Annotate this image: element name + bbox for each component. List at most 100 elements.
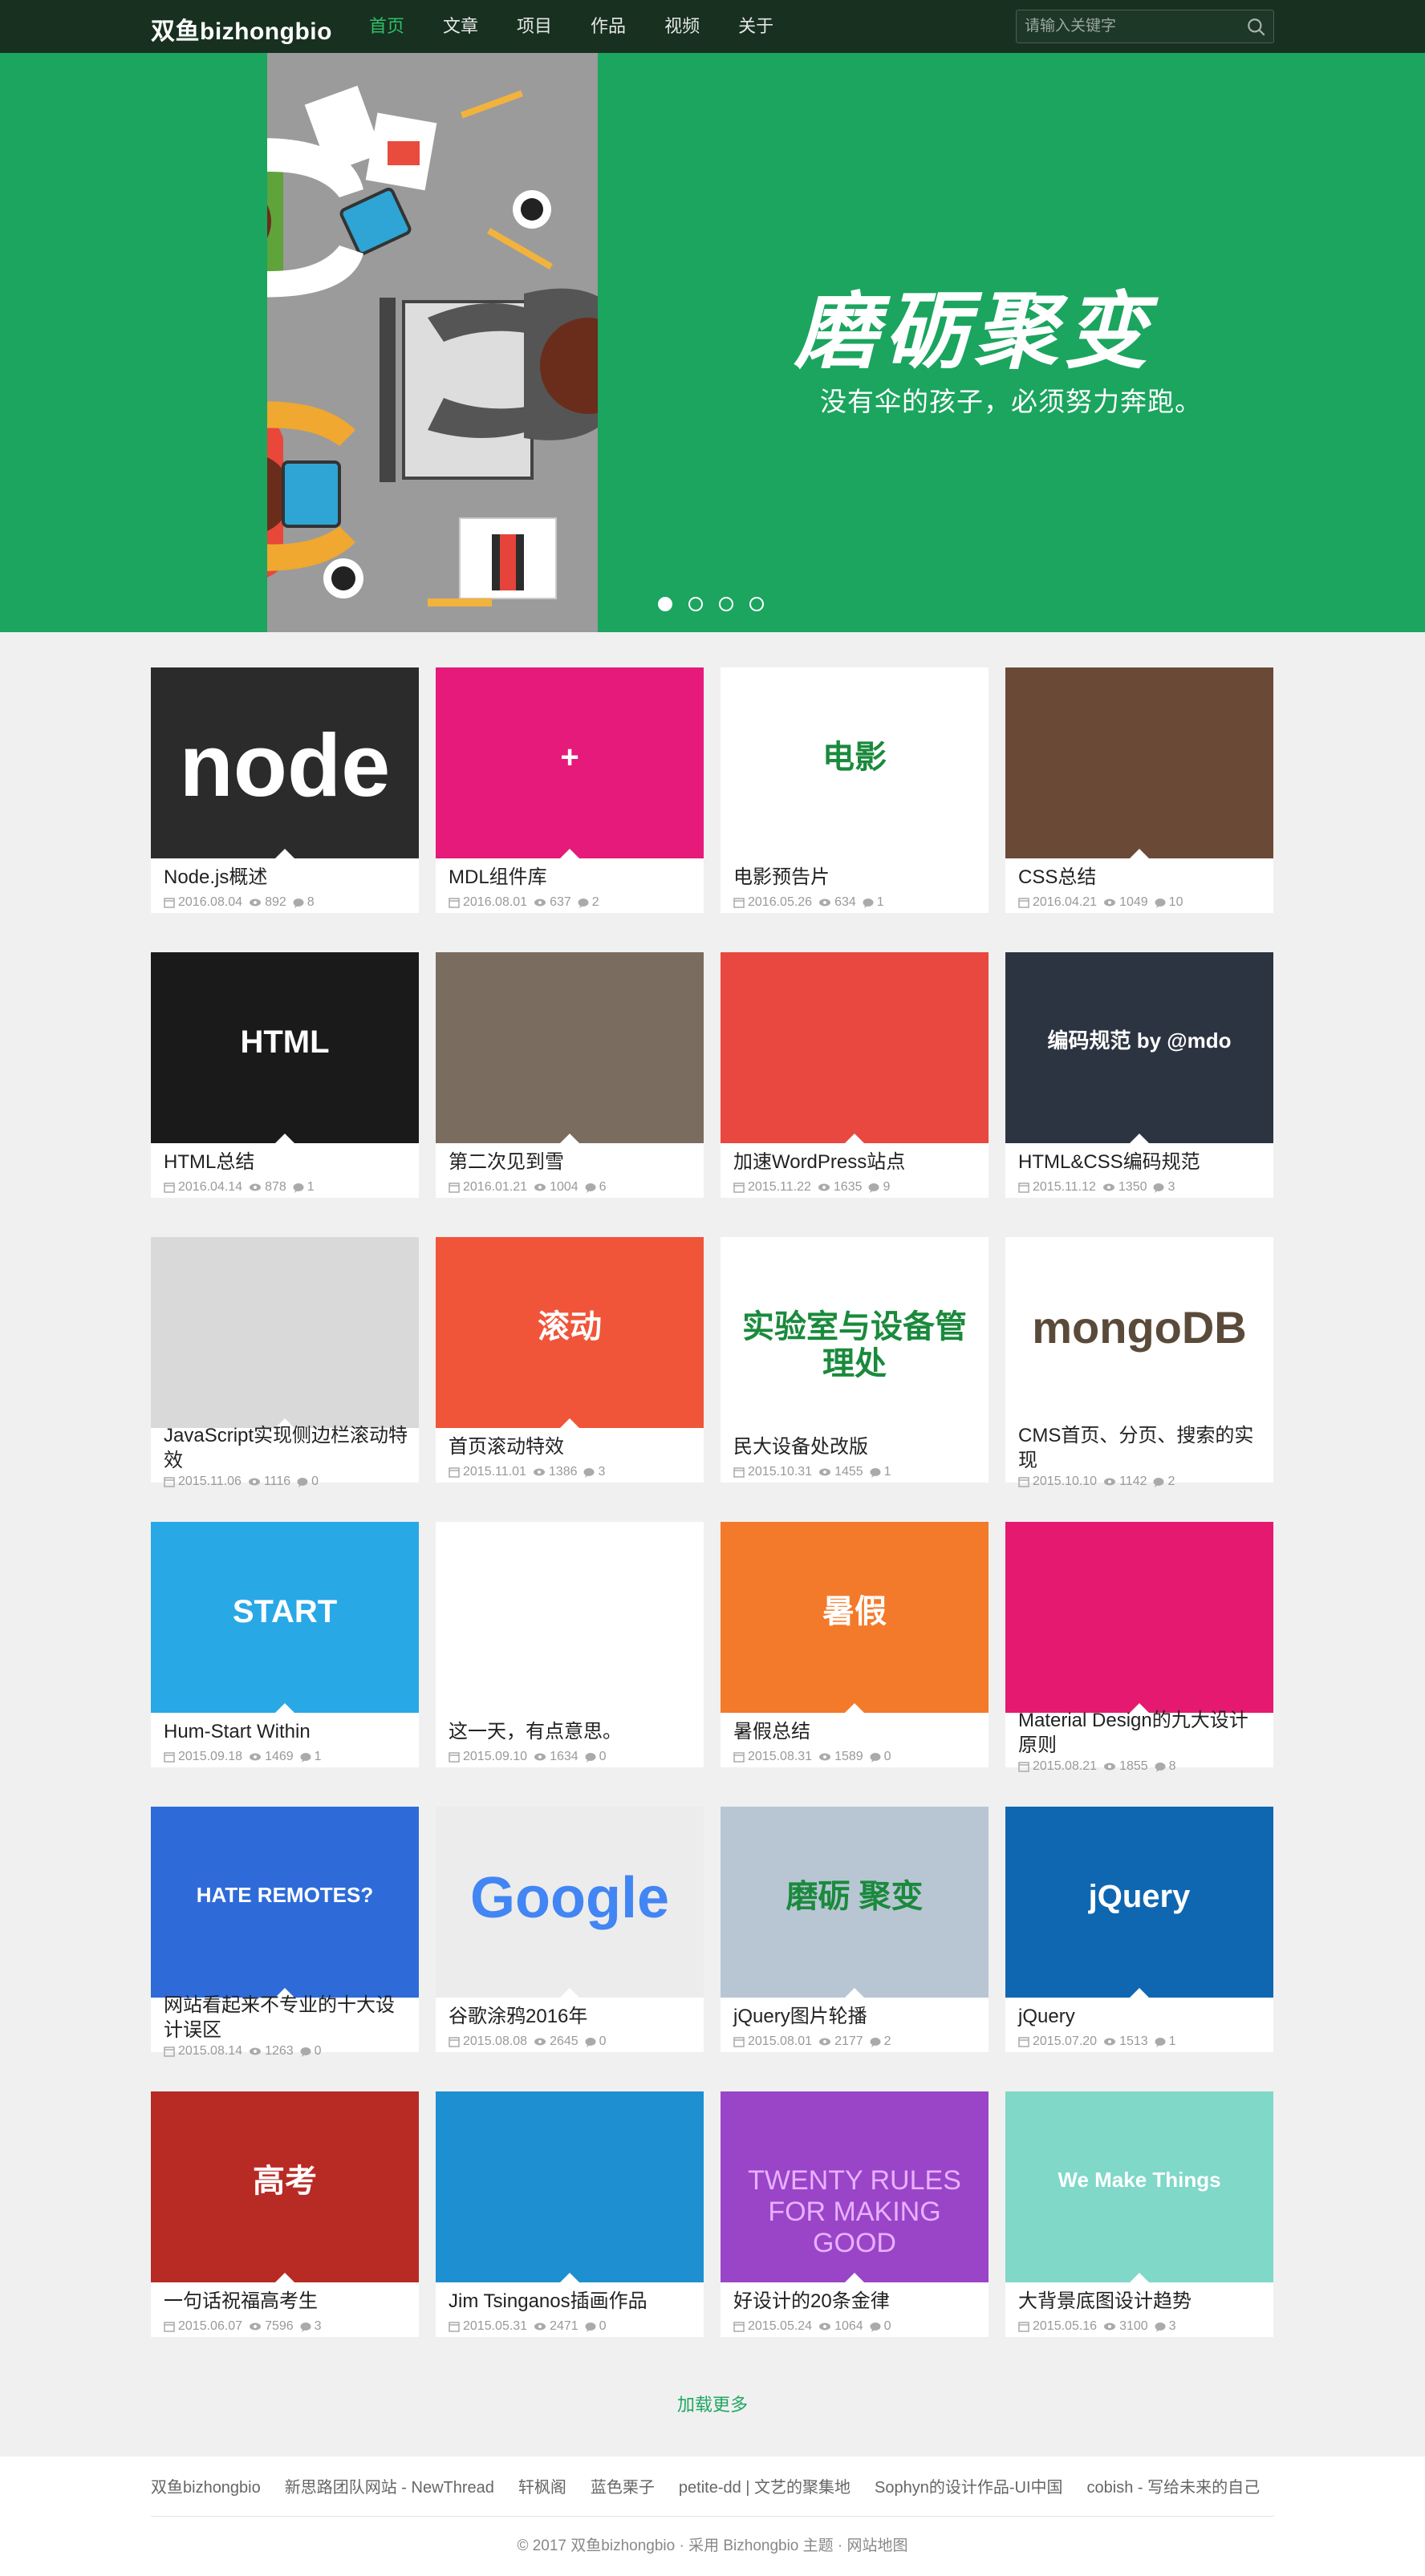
carousel-dot[interactable] xyxy=(749,597,764,611)
article-title[interactable]: 暑假总结 xyxy=(733,1719,982,1744)
article-thumbnail[interactable]: We Make Things xyxy=(1005,2091,1273,2282)
friend-link[interactable]: cobish - 写给未来的自己 xyxy=(1087,2474,1261,2497)
calendar-icon xyxy=(1018,1762,1029,1772)
article-title[interactable]: CMS首页、分页、搜索的实现 xyxy=(1018,1423,1267,1473)
article-meta: 2015.11.01 1386 3 xyxy=(449,1465,611,1479)
friend-link[interactable]: 双鱼bizhongbio xyxy=(151,2474,261,2497)
article-title[interactable]: Node.js概述 xyxy=(164,865,412,890)
article-card[interactable]: mongoDB CMS首页、分页、搜索的实现 2015.10.10 1142 2 xyxy=(1005,1237,1273,1488)
nav-item-videos[interactable]: 视频 xyxy=(664,0,700,53)
article-card[interactable]: Jim Tsinganos插画作品 2015.05.31 2471 0 xyxy=(436,2091,704,2337)
article-title[interactable]: 电影预告片 xyxy=(733,865,982,890)
article-thumbnail[interactable]: HTML xyxy=(151,952,419,1143)
article-title[interactable]: 谷歌涂鸦2016年 xyxy=(449,2004,697,2029)
article-card[interactable]: node Node.js概述 2016.08.04 892 8 xyxy=(151,667,419,913)
article-title[interactable]: HTML总结 xyxy=(164,1150,412,1174)
article-card[interactable]: We Make Things 大背景底图设计趋势 2015.05.16 3100 3 xyxy=(1005,2091,1273,2337)
article-title[interactable]: HTML&CSS编码规范 xyxy=(1018,1150,1267,1174)
article-card[interactable]: JavaScript实现侧边栏滚动特效 2015.11.06 1116 0 xyxy=(151,1237,419,1488)
thumbnail-text: 实验室与设备管理处 xyxy=(742,1309,967,1381)
article-title[interactable]: 好设计的20条金律 xyxy=(733,2289,982,2314)
article-thumbnail[interactable]: START xyxy=(151,1522,419,1713)
article-card[interactable]: Material Design的九大设计原则 2015.08.21 1855 8 xyxy=(1005,1522,1273,1773)
nav-item-works[interactable]: 作品 xyxy=(591,0,626,53)
carousel-dot[interactable] xyxy=(688,597,703,611)
article-card[interactable]: HTML HTML总结 2016.04.14 878 1 xyxy=(151,952,419,1198)
article-title[interactable]: jQuery xyxy=(1018,2004,1267,2029)
article-title[interactable]: jQuery图片轮播 xyxy=(733,2004,982,2029)
article-thumbnail[interactable]: 暑假 xyxy=(721,1522,989,1713)
article-title[interactable]: JavaScript实现侧边栏滚动特效 xyxy=(164,1423,412,1473)
article-thumbnail[interactable] xyxy=(436,2091,704,2282)
nav-item-articles[interactable]: 文章 xyxy=(443,0,478,53)
friend-link[interactable]: 轩枫阁 xyxy=(518,2474,566,2497)
article-card[interactable]: 第二次见到雪 2016.01.21 1004 6 xyxy=(436,952,704,1198)
article-title[interactable]: MDL组件库 xyxy=(449,865,697,890)
article-meta: 2015.11.12 1350 3 xyxy=(1018,1180,1181,1195)
article-title[interactable]: 首页滚动特效 xyxy=(449,1434,697,1459)
article-title[interactable]: 这一天，有点意思。 xyxy=(449,1719,697,1744)
article-card[interactable]: 磨砺 聚变 jQuery图片轮播 2015.08.01 2177 2 xyxy=(721,1807,989,2052)
article-thumbnail[interactable]: 高考 xyxy=(151,2091,419,2282)
friend-link[interactable]: 新思路团队网站 - NewThread xyxy=(285,2474,494,2497)
carousel-dot[interactable] xyxy=(658,597,672,611)
article-card[interactable]: jQuery jQuery 2015.07.20 1513 1 xyxy=(1005,1807,1273,2052)
article-thumbnail[interactable]: TWENTY RULES FOR MAKING GOOD xyxy=(721,2091,989,2282)
article-card[interactable]: 这一天，有点意思。 2015.09.10 1634 0 xyxy=(436,1522,704,1767)
article-title[interactable]: 加速WordPress站点 xyxy=(733,1150,982,1174)
article-card[interactable]: Google 谷歌涂鸦2016年 2015.08.08 2645 0 xyxy=(436,1807,704,2052)
carousel-dot[interactable] xyxy=(719,597,733,611)
friend-link[interactable]: petite-dd | 文艺的聚集地 xyxy=(679,2474,851,2497)
article-card[interactable]: 编码规范 by @mdo HTML&CSS编码规范 2015.11.12 1350 3 xyxy=(1005,952,1273,1198)
article-title[interactable]: Material Design的九大设计原则 xyxy=(1018,1708,1267,1758)
friend-link[interactable]: Sophyn的设计作品-UI中国 xyxy=(875,2474,1063,2497)
article-card[interactable]: + MDL组件库 2016.08.01 637 2 xyxy=(436,667,704,913)
site-brand[interactable]: 双鱼bizhongbio xyxy=(151,11,332,47)
article-title[interactable]: CSS总结 xyxy=(1018,865,1267,890)
article-thumbnail[interactable]: 编码规范 by @mdo xyxy=(1005,952,1273,1143)
article-thumbnail[interactable]: 电影 xyxy=(721,667,989,858)
article-title[interactable]: 大背景底图设计趋势 xyxy=(1018,2289,1267,2314)
article-thumbnail[interactable]: mongoDB xyxy=(1005,1237,1273,1428)
article-thumbnail[interactable] xyxy=(1005,1522,1273,1713)
article-title[interactable]: 第二次见到雪 xyxy=(449,1150,697,1174)
article-thumbnail[interactable]: 磨砺 聚变 xyxy=(721,1807,989,1998)
article-title[interactable]: 一句话祝福高考生 xyxy=(164,2289,412,2314)
article-thumbnail[interactable] xyxy=(1005,667,1273,858)
search-input[interactable] xyxy=(1025,10,1241,43)
thumbnail-notch xyxy=(560,1134,579,1143)
nav-item-about[interactable]: 关于 xyxy=(738,0,773,53)
friend-link[interactable]: 蓝色栗子 xyxy=(591,2474,655,2497)
article-title[interactable]: 网站看起来不专业的十大设计误区 xyxy=(164,1993,412,2043)
article-thumbnail[interactable] xyxy=(436,952,704,1143)
article-thumbnail[interactable]: 滚动 xyxy=(436,1237,704,1428)
article-card[interactable]: 电影 电影预告片 2016.05.26 634 1 xyxy=(721,667,989,913)
article-thumbnail[interactable]: jQuery xyxy=(1005,1807,1273,1998)
article-title[interactable]: Jim Tsinganos插画作品 xyxy=(449,2289,697,2314)
article-title[interactable]: 民大设备处改版 xyxy=(733,1434,982,1459)
article-thumbnail[interactable]: Google xyxy=(436,1807,704,1998)
article-thumbnail[interactable]: + xyxy=(436,667,704,858)
article-thumbnail[interactable] xyxy=(436,1522,704,1713)
article-title[interactable]: Hum-Start Within xyxy=(164,1719,412,1744)
article-card[interactable]: 暑假 暑假总结 2015.08.31 1589 0 xyxy=(721,1522,989,1767)
article-thumbnail[interactable]: node xyxy=(151,667,419,858)
article-thumbnail[interactable]: 实验室与设备管理处 xyxy=(721,1237,989,1428)
article-card[interactable]: TWENTY RULES FOR MAKING GOOD 好设计的20条金律 201… xyxy=(721,2091,989,2337)
nav-item-projects[interactable]: 项目 xyxy=(517,0,552,53)
article-thumbnail[interactable]: HATE REMOTES? xyxy=(151,1807,419,1998)
article-thumbnail[interactable] xyxy=(721,952,989,1143)
search-icon[interactable] xyxy=(1246,17,1267,38)
article-card[interactable]: CSS总结 2016.04.21 1049 10 xyxy=(1005,667,1273,913)
article-card[interactable]: 高考 一句话祝福高考生 2015.06.07 7596 3 xyxy=(151,2091,419,2337)
article-card[interactable]: 加速WordPress站点 2015.11.22 1635 9 xyxy=(721,952,989,1198)
article-thumbnail[interactable] xyxy=(151,1237,419,1428)
comment-icon xyxy=(300,1752,311,1763)
article-card[interactable]: START Hum-Start Within 2015.09.18 1469 1 xyxy=(151,1522,419,1767)
eye-icon xyxy=(534,899,546,907)
article-card[interactable]: HATE REMOTES? 网站看起来不专业的十大设计误区 2015.08.14 12… xyxy=(151,1807,419,2058)
article-card[interactable]: 实验室与设备管理处 民大设备处改版 2015.10.31 1455 1 xyxy=(721,1237,989,1483)
article-card[interactable]: 滚动首页滚动特效 2015.11.01 1386 3 xyxy=(436,1237,704,1483)
nav-item-home[interactable]: 首页 xyxy=(369,0,404,53)
load-more-button[interactable]: 加载更多 xyxy=(0,2391,1425,2416)
